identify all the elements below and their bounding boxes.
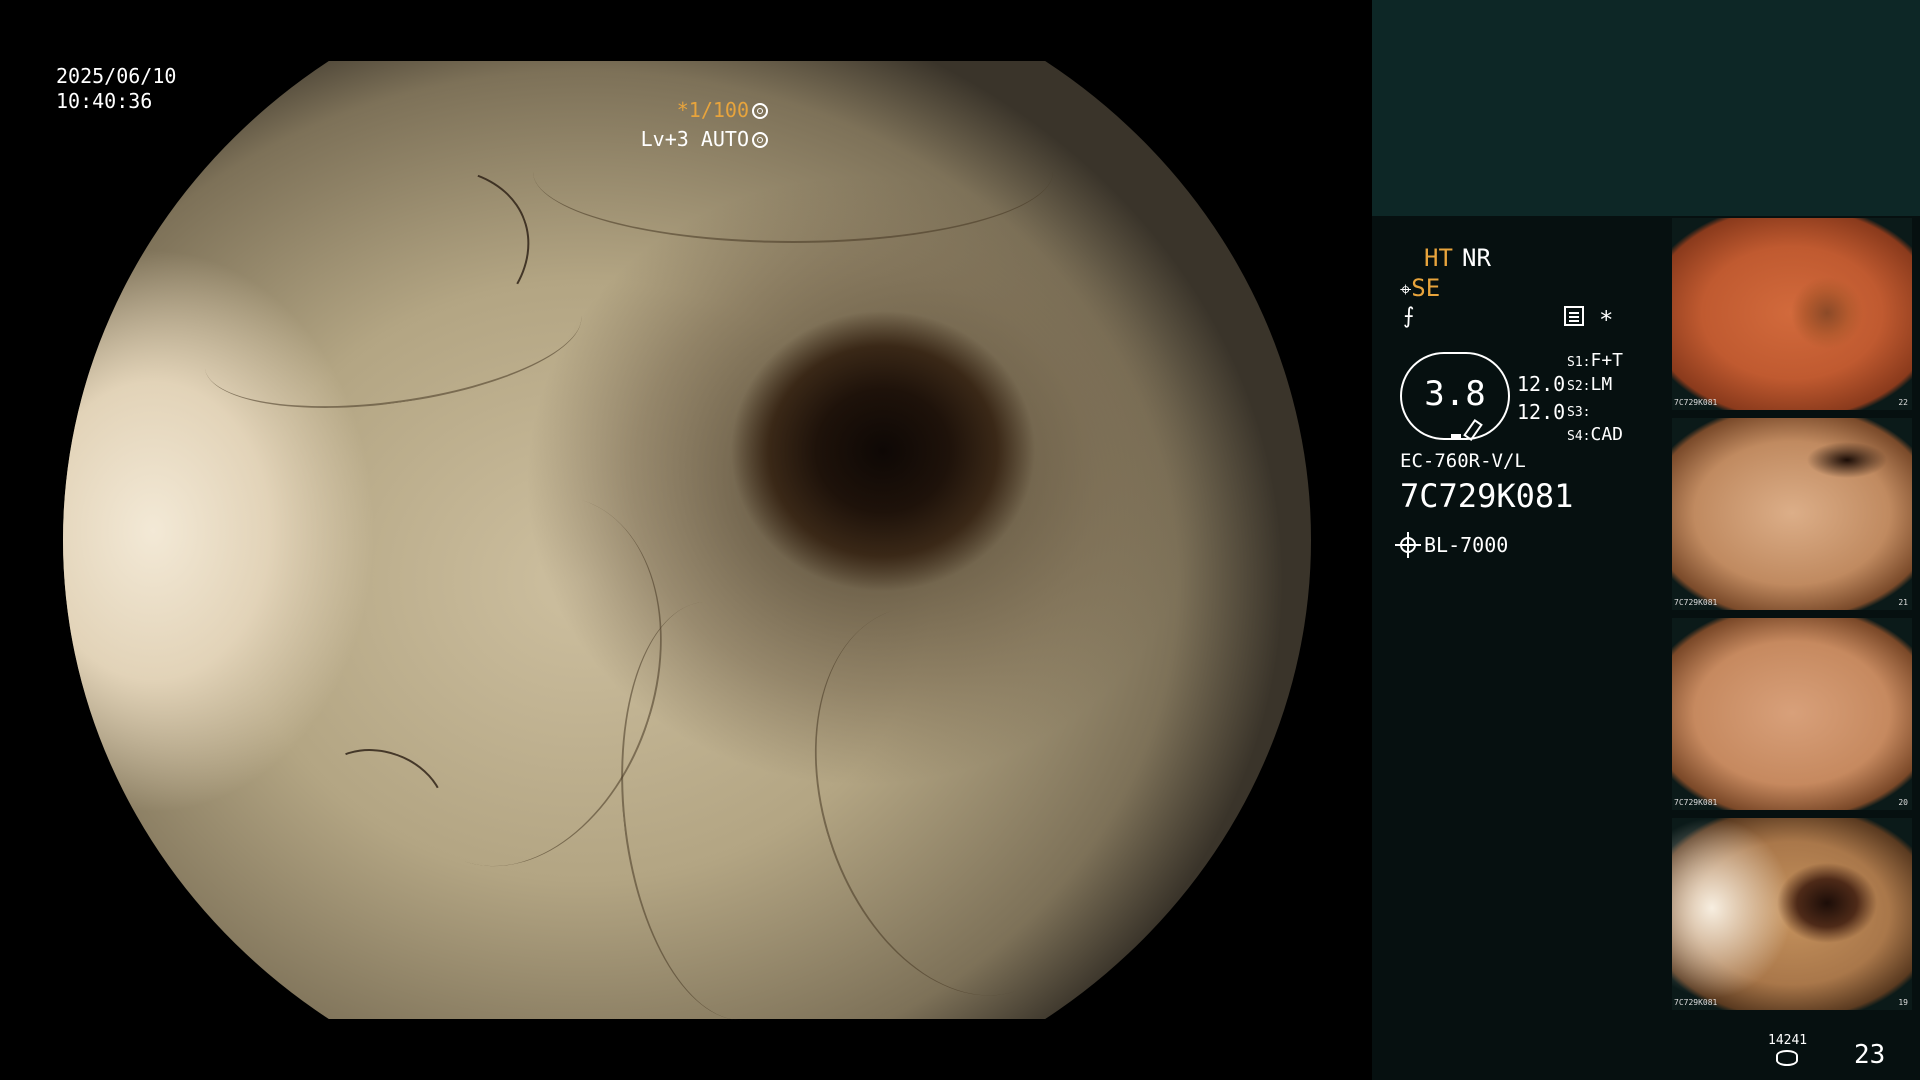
light-source-icon <box>1395 532 1421 558</box>
thumbnail-image <box>1672 818 1912 1010</box>
asterisk-indicator: * <box>1599 306 1614 334</box>
scope-tip-icon: ⌖ <box>1400 277 1412 301</box>
thumbnail-image <box>1672 418 1912 610</box>
storage-count: 14241 <box>1768 1033 1808 1048</box>
thumbnail-caption: 7C729K081 <box>1674 798 1718 807</box>
thumbnail-number: 20 <box>1898 798 1908 807</box>
slot-value: LM <box>1590 374 1613 395</box>
storage-disk-icon <box>1776 1050 1798 1066</box>
slot-key: S4: <box>1567 429 1591 444</box>
slot-key: S2: <box>1567 379 1591 394</box>
light-source-label: BL-7000 <box>1424 533 1509 557</box>
se-label: SE <box>1411 274 1441 302</box>
scope-model: EC-760R-V/L <box>1400 450 1526 472</box>
zoom-value: 3.8 <box>1424 374 1486 414</box>
thumbnail-image <box>1672 618 1912 810</box>
thumbnail-number: 21 <box>1898 598 1908 607</box>
shutter-speed-indicator: *1/100 <box>677 98 768 123</box>
thumbnail-image <box>1672 218 1912 410</box>
slot-key: S1: <box>1567 355 1591 370</box>
slot-key: S3: <box>1567 405 1591 420</box>
tilt-icon <box>1463 418 1483 442</box>
nr-label: NR <box>1462 244 1491 272</box>
switch-slot-2: S2:LM <box>1567 374 1612 395</box>
endoscope-image <box>63 61 1311 1032</box>
ht-label: HT <box>1424 244 1453 272</box>
thumbnail-number: 19 <box>1898 998 1908 1007</box>
captured-thumbnail[interactable]: 7C729K081 21 <box>1672 418 1912 610</box>
capture-time: 10:40:36 <box>56 89 153 113</box>
f-symbol-icon: ⨍ <box>1403 304 1415 329</box>
scope-serial: 7C729K081 <box>1400 477 1574 515</box>
capture-date: 2025/06/10 <box>56 64 177 88</box>
top-right-panel <box>1372 0 1920 216</box>
auto-iris-icon <box>752 132 768 148</box>
mucosal-fold <box>533 101 1053 243</box>
captured-thumbnail[interactable]: 7C729K081 20 <box>1672 618 1912 810</box>
thumbnail-caption: 7C729K081 <box>1674 398 1718 407</box>
switch-slot-1: S1:F+T <box>1567 350 1623 371</box>
switch-slot-4: S4:CAD <box>1567 424 1623 445</box>
captured-thumbnail[interactable]: 7C729K081 22 <box>1672 218 1912 410</box>
setting-value-b: 12.0 <box>1517 400 1566 424</box>
shutter-speed-value: *1/100 <box>676 98 749 122</box>
zoom-indicator: 3.8 <box>1400 352 1510 442</box>
switch-slot-3: S3: <box>1567 400 1590 421</box>
setting-value-a: 12.0 <box>1517 372 1566 396</box>
captured-thumbnail[interactable]: 7C729K081 19 <box>1672 818 1912 1010</box>
light-source-indicator: BL-7000 <box>1395 532 1509 558</box>
image-count: 23 <box>1854 1040 1886 1070</box>
se-indicator: ⌖SE <box>1400 274 1440 302</box>
thumbnail-number: 22 <box>1898 398 1908 407</box>
slot-value: CAD <box>1590 424 1623 445</box>
settings-list-icon <box>1564 306 1584 326</box>
slot-value: F+T <box>1590 350 1623 371</box>
mucosal-fold <box>767 570 1141 1032</box>
aperture-icon <box>752 103 768 119</box>
brightness-level-indicator: Lv+3 AUTO <box>641 127 768 152</box>
brightness-level-value: Lv+3 AUTO <box>640 127 749 151</box>
thumbnail-caption: 7C729K081 <box>1674 598 1718 607</box>
endoscope-live-view: 2025/06/10 10:40:36 *1/100 Lv+3 AUTO <box>0 0 1372 1080</box>
zoom-marker-icon <box>1451 434 1461 440</box>
thumbnail-caption: 7C729K081 <box>1674 998 1718 1007</box>
